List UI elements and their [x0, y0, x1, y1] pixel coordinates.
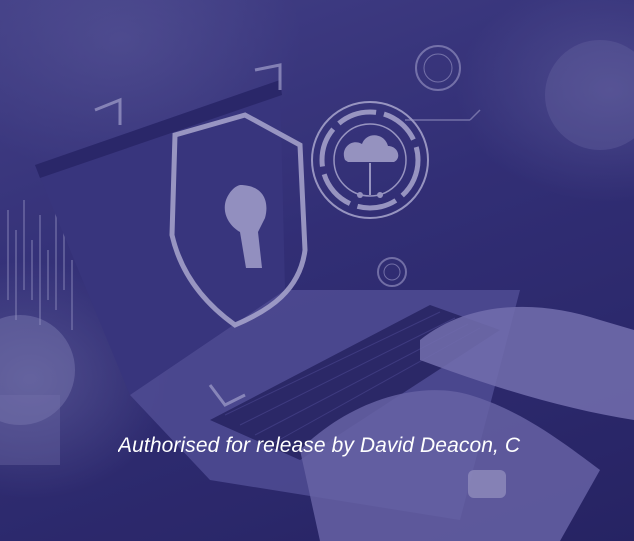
- laptop-security-illustration: [0, 0, 634, 541]
- release-caption: Authorised for release by David Deacon, …: [118, 434, 521, 457]
- hero-photo: Authorised for release by David Deacon, …: [0, 0, 634, 541]
